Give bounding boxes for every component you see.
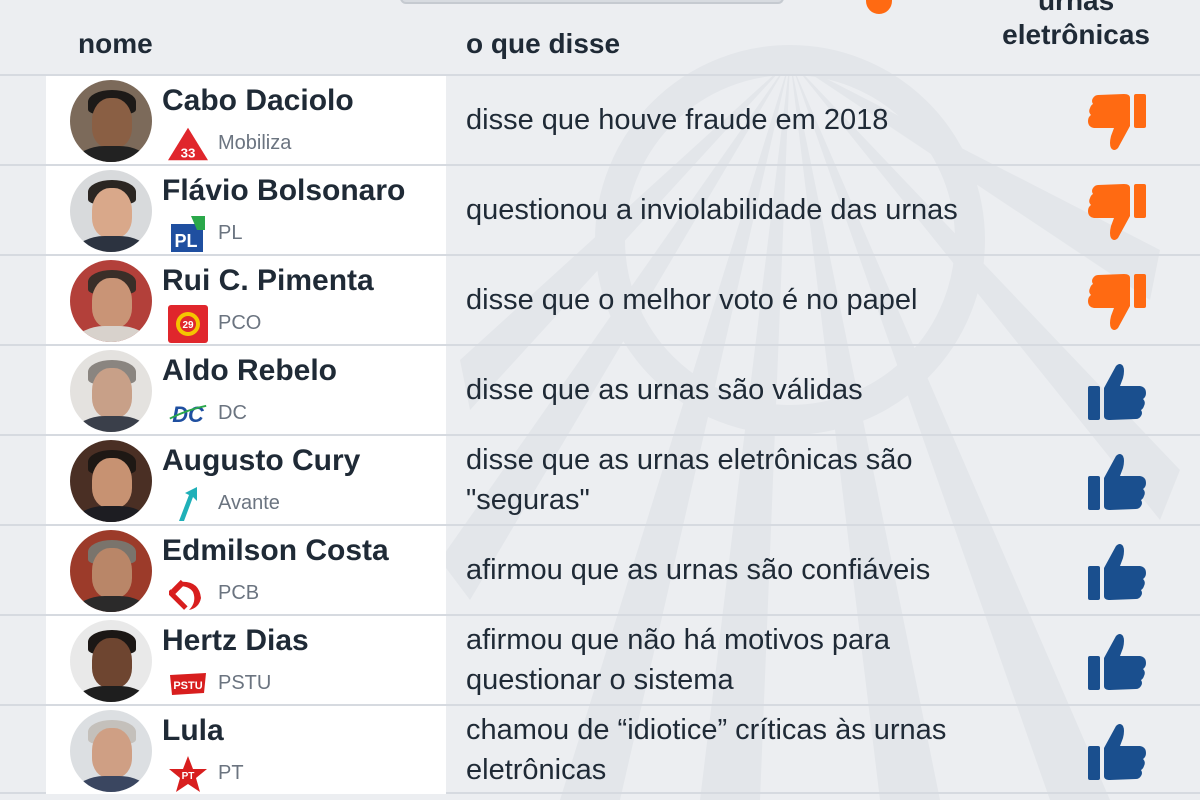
- thumbs-down-icon: [1088, 184, 1146, 240]
- candidate-cell: Cabo Daciolo 33 Mobiliza: [46, 76, 446, 164]
- party-name: PT: [218, 762, 244, 784]
- dc-logo-icon: DC: [168, 400, 208, 428]
- candidate-cell: Flávio Bolsonaro PL PL: [46, 166, 446, 254]
- thumbs-down-icon: [1088, 274, 1146, 330]
- svg-text:PL: PL: [174, 231, 197, 251]
- table-row: Rui C. Pimenta 29 PCO disse que o melhor…: [0, 254, 1200, 344]
- column-header-name: nome: [78, 28, 153, 59]
- candidate-name: Lula: [162, 714, 224, 747]
- svg-text:PSTU: PSTU: [173, 680, 202, 692]
- statement-text: disse que houve fraude em 2018: [466, 104, 889, 136]
- column-header-urnas-line2: eletrônicas: [1002, 19, 1150, 50]
- table-row: Lula PT PT chamou de “idiotice” críticas…: [0, 704, 1200, 794]
- svg-text:33: 33: [181, 145, 196, 160]
- party-name: Avante: [218, 492, 280, 514]
- party-name: DC: [218, 402, 247, 424]
- pt-star-icon: PT: [168, 756, 208, 792]
- candidate-name: Augusto Cury: [162, 444, 361, 477]
- candidate-name: Rui C. Pimenta: [162, 264, 374, 297]
- statement-text: chamou de “idiotice” críticas às urnas e…: [466, 714, 947, 786]
- table-row: Hertz Dias PSTU PSTU afirmou que não há …: [0, 614, 1200, 704]
- party-name: PCB: [218, 582, 260, 604]
- statement-text: afirmou que não há motivos para question…: [466, 624, 890, 696]
- party-name: PSTU: [218, 672, 272, 694]
- column-header-urnas-line1: urnas: [1037, 0, 1115, 16]
- avatar: [70, 350, 152, 432]
- candidate-cell: Edmilson Costa PCB: [46, 526, 446, 614]
- statement-text: disse que o melhor voto é no papel: [466, 284, 918, 316]
- thumbs-up-icon: [1088, 544, 1146, 600]
- hammer-sickle-icon: [168, 579, 208, 610]
- candidate-name: Cabo Daciolo: [162, 84, 354, 117]
- candidates-table: Cabo Daciolo 33 Mobiliza disse que houve…: [0, 74, 1200, 794]
- table-row: Aldo Rebelo DC DC disse que as urnas são…: [0, 344, 1200, 434]
- thumbs-up-icon: [1088, 724, 1146, 780]
- avatar: [70, 710, 152, 792]
- party-name: Mobiliza: [218, 132, 292, 154]
- party-name: PL: [218, 222, 243, 244]
- svg-text:PT: PT: [182, 771, 195, 782]
- pstu-logo-icon: PSTU: [168, 670, 208, 698]
- candidate-name: Edmilson Costa: [162, 534, 389, 567]
- statement-text: questionou a inviolabilidade das urnas: [466, 194, 958, 226]
- pco-29-gear-icon: 29: [168, 305, 208, 343]
- table-row: Cabo Daciolo 33 Mobiliza disse que houve…: [0, 74, 1200, 164]
- avatar: [70, 260, 152, 342]
- thumbs-down-icon: [1088, 94, 1146, 150]
- statement-text: afirmou que as urnas são confiáveis: [466, 554, 931, 586]
- party-name: PCO: [218, 312, 262, 334]
- statement-text: disse que as urnas eletrônicas são "segu…: [466, 444, 913, 516]
- candidate-cell: Lula PT PT: [46, 706, 446, 794]
- avatar: [70, 170, 152, 252]
- table-row: Edmilson Costa PCB afirmou que as urnas …: [0, 524, 1200, 614]
- pl-logo-icon: PL: [168, 216, 208, 252]
- candidate-cell: Rui C. Pimenta 29 PCO: [46, 256, 446, 344]
- candidate-cell: Augusto Cury Avante: [46, 436, 446, 524]
- thumbs-up-icon: [1088, 454, 1146, 510]
- statement-text: disse que as urnas são válidas: [466, 374, 863, 406]
- candidate-cell: Hertz Dias PSTU PSTU: [46, 616, 446, 704]
- mobiliza-33-triangle-icon: 33: [168, 127, 208, 160]
- svg-text:29: 29: [182, 320, 194, 331]
- table-row: Augusto Cury Avante disse que as urnas e…: [0, 434, 1200, 524]
- candidate-cell: Aldo Rebelo DC DC: [46, 346, 446, 434]
- table-row: Flávio Bolsonaro PL PL questionou a invi…: [0, 164, 1200, 254]
- thumbs-up-icon: [1088, 364, 1146, 420]
- thumbs-up-icon: [1088, 634, 1146, 690]
- avatar: [70, 440, 152, 522]
- candidate-name: Aldo Rebelo: [162, 354, 338, 387]
- avatar: [70, 80, 152, 162]
- column-header-urnas: urnas eletrônicas: [1002, 0, 1150, 52]
- avatar: [70, 620, 152, 702]
- candidate-name: Hertz Dias: [162, 624, 309, 657]
- avatar: [70, 530, 152, 612]
- candidate-name: Flávio Bolsonaro: [162, 174, 406, 207]
- table-header: nome o que disse urnas eletrônicas: [0, 0, 1200, 74]
- column-header-statement: o que disse: [466, 28, 621, 59]
- avante-arrow-icon: [168, 487, 208, 521]
